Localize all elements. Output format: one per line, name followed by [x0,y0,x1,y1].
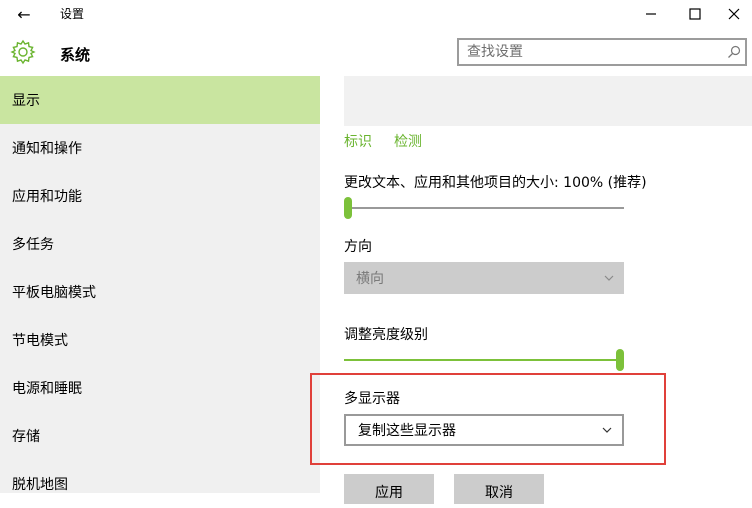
sidebar-item-display[interactable]: 显示 [0,76,320,124]
brightness-slider-fill [344,359,620,361]
sidebar-item-storage[interactable]: 存储 [0,412,320,460]
sidebar-item-notifications[interactable]: 通知和操作 [0,124,320,172]
close-button[interactable] [716,0,752,28]
back-arrow-icon: ← [17,4,31,24]
identify-link[interactable]: 标识 [344,131,372,151]
maximize-button[interactable] [672,0,718,28]
gear-icon [10,39,36,65]
display-preview [344,76,752,126]
page-title: 系统 [60,46,91,64]
orientation-value: 横向 [356,271,384,287]
minimize-button[interactable] [628,0,674,28]
brightness-slider[interactable] [344,349,624,371]
maximize-icon [689,8,701,20]
scale-slider[interactable] [344,197,624,219]
minimize-icon [646,13,656,15]
back-button[interactable]: ← [8,2,40,26]
sidebar-item-label: 节电模式 [12,333,68,349]
sidebar-item-label: 应用和功能 [12,189,82,205]
sidebar-item-label: 存储 [12,429,40,445]
orientation-dropdown: 横向 [344,262,624,294]
search-box[interactable] [457,38,747,66]
sidebar-item-offline-maps[interactable]: 脱机地图 [0,460,320,508]
chevron-down-icon [604,275,614,281]
sidebar-item-apps-features[interactable]: 应用和功能 [0,172,320,220]
brightness-label: 调整亮度级别 [344,327,428,343]
sidebar-item-label: 通知和操作 [12,141,82,157]
sidebar-item-label: 平板电脑模式 [12,285,96,301]
sidebar-item-battery-saver[interactable]: 节电模式 [0,316,320,364]
detect-link[interactable]: 检测 [394,131,422,151]
sidebar-item-tablet-mode[interactable]: 平板电脑模式 [0,268,320,316]
sidebar-item-label: 显示 [12,93,40,109]
window-title: 设置 [60,7,85,21]
cancel-button[interactable]: 取消 [454,474,544,504]
apply-button[interactable]: 应用 [344,474,434,504]
scale-label: 更改文本、应用和其他项目的大小: 100% (推荐) [344,175,647,191]
brightness-slider-thumb[interactable] [616,349,624,371]
scale-slider-track [344,207,624,209]
sidebar-item-label: 电源和睡眠 [12,381,82,397]
sidebar: 显示 通知和操作 应用和功能 多任务 平板电脑模式 节电模式 电源和睡眠 存储 … [0,76,320,493]
highlight-box [310,373,666,465]
orientation-label: 方向 [344,239,372,255]
sidebar-item-power-sleep[interactable]: 电源和睡眠 [0,364,320,412]
sidebar-item-label: 脱机地图 [12,477,68,493]
scale-slider-thumb[interactable] [344,197,352,219]
sidebar-item-label: 多任务 [12,237,54,253]
search-icon[interactable] [723,41,745,63]
sidebar-item-multitasking[interactable]: 多任务 [0,220,320,268]
search-input[interactable] [459,41,723,63]
close-icon [728,8,740,20]
